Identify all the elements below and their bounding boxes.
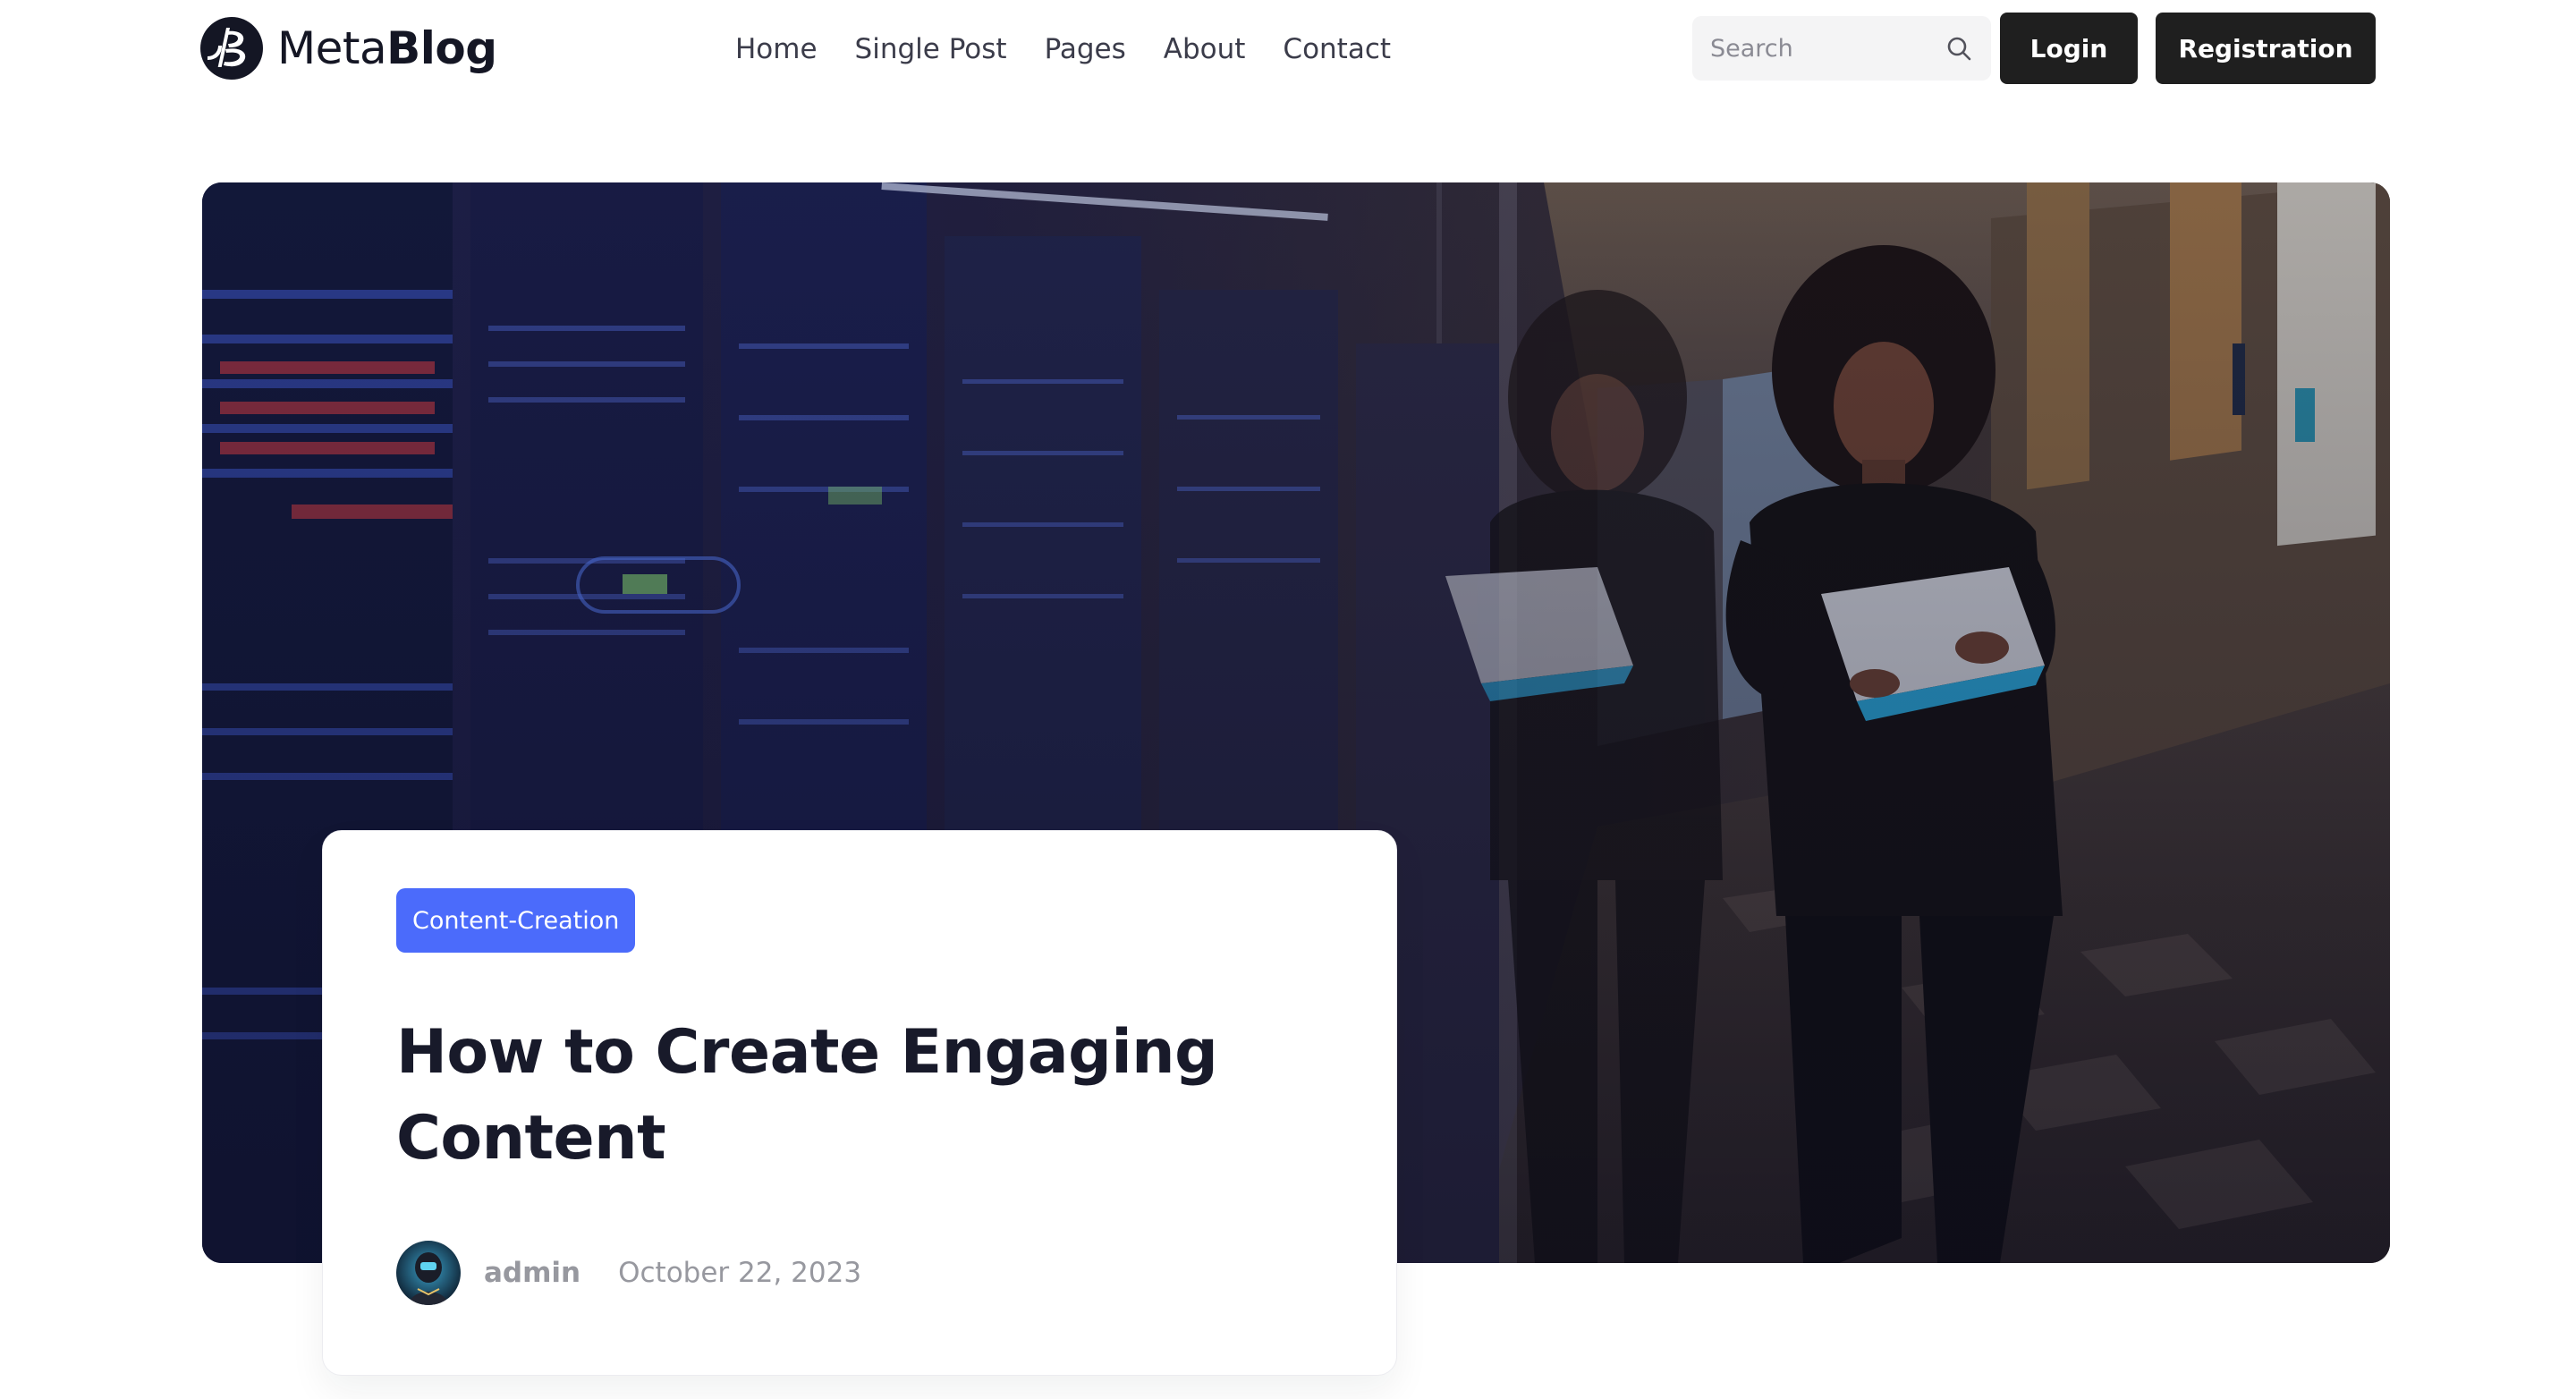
user-avatar-icon bbox=[396, 1241, 461, 1305]
search-box bbox=[1692, 16, 1991, 81]
author-avatar[interactable] bbox=[396, 1241, 461, 1305]
author-name[interactable]: admin bbox=[484, 1257, 580, 1289]
nav-about[interactable]: About bbox=[1164, 33, 1246, 65]
nav-single-post[interactable]: Single Post bbox=[855, 33, 1007, 65]
post-date: October 22, 2023 bbox=[618, 1257, 862, 1289]
category-badge[interactable]: Content-Creation bbox=[396, 888, 636, 953]
site-header: MetaBlog Home Single Post Pages About Co… bbox=[0, 0, 2576, 98]
featured-post-card[interactable]: Content-Creation How to Create Engaging … bbox=[322, 830, 1397, 1376]
nav-home[interactable]: Home bbox=[735, 33, 818, 65]
search-icon[interactable] bbox=[1945, 34, 1973, 63]
nav-pages[interactable]: Pages bbox=[1045, 33, 1126, 65]
main-nav: Home Single Post Pages About Contact bbox=[735, 27, 1391, 72]
search-input[interactable] bbox=[1710, 34, 1934, 63]
post-meta: admin October 22, 2023 bbox=[396, 1239, 861, 1307]
login-button[interactable]: Login bbox=[2000, 13, 2138, 84]
metablog-logo-icon bbox=[200, 17, 263, 80]
post-title[interactable]: How to Create Engaging Content bbox=[396, 1010, 1291, 1182]
nav-contact[interactable]: Contact bbox=[1283, 33, 1391, 65]
site-logo[interactable]: MetaBlog bbox=[199, 14, 497, 82]
logo-text: MetaBlog bbox=[277, 22, 497, 74]
registration-button[interactable]: Registration bbox=[2156, 13, 2376, 84]
